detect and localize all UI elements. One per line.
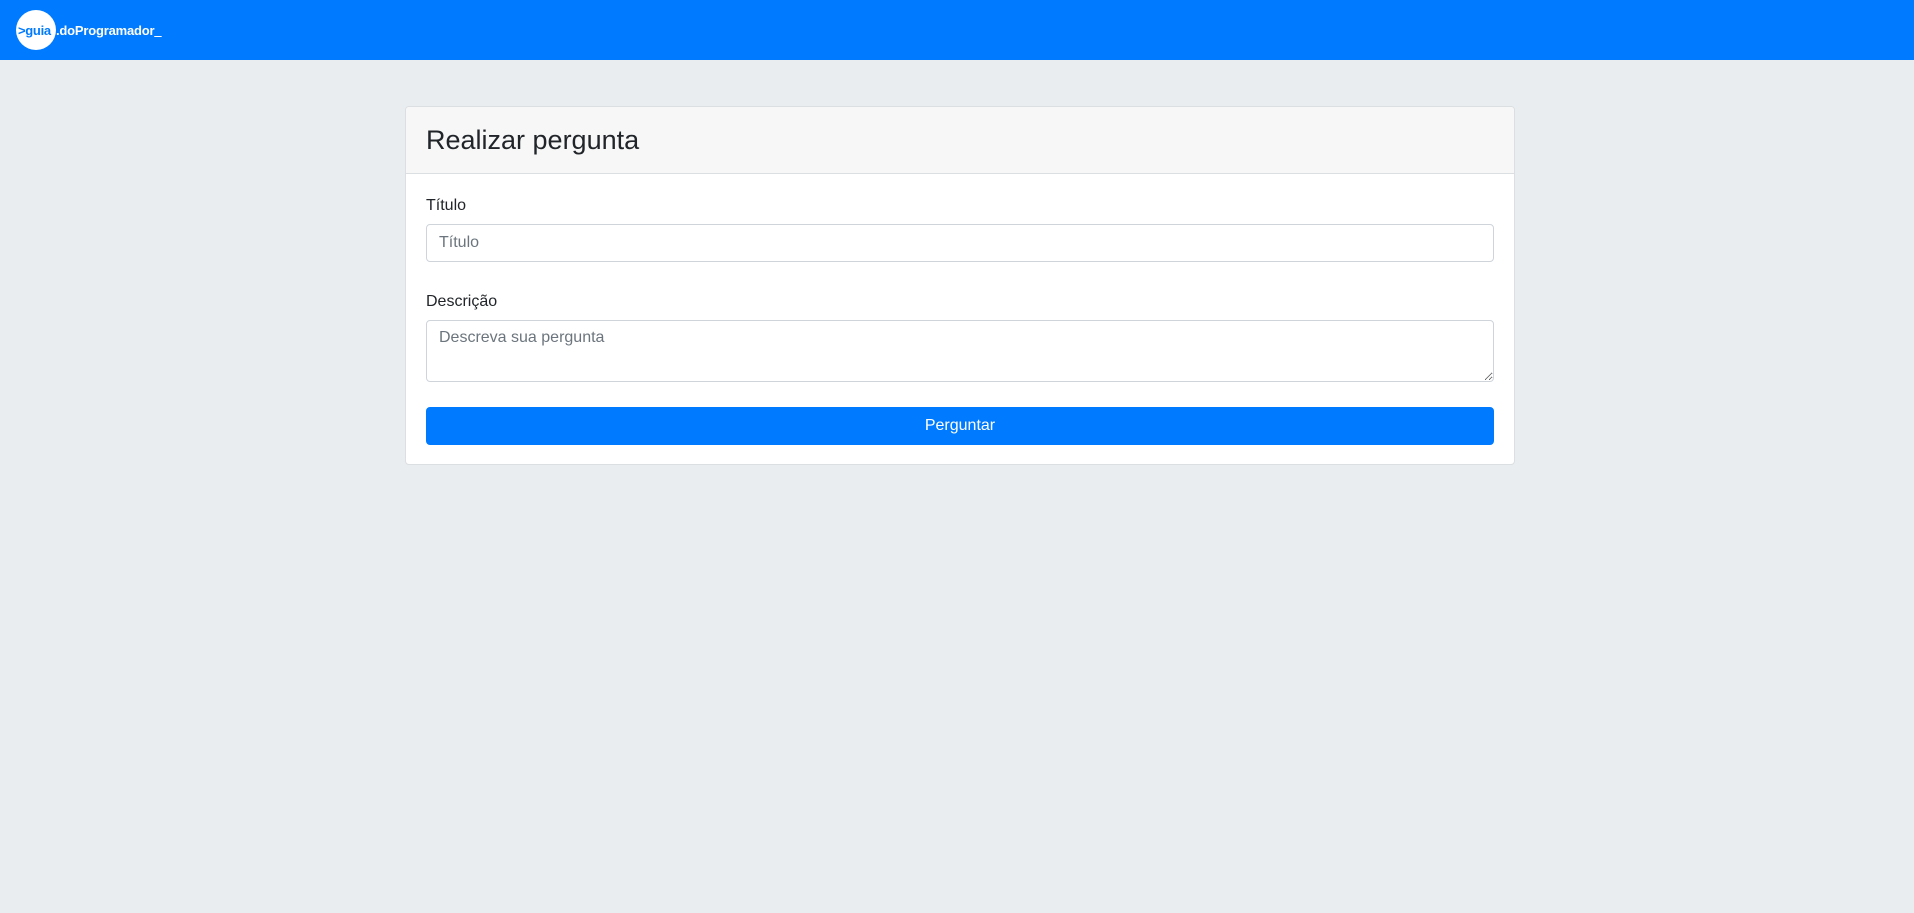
question-form: Título Descrição Perguntar — [406, 174, 1514, 464]
description-label: Descrição — [426, 293, 498, 310]
site-logo-link[interactable]: >guia .doProgramador _ — [16, 10, 162, 50]
title-input[interactable] — [426, 224, 1494, 262]
logo-cursor: _ — [154, 22, 162, 38]
top-navbar: >guia .doProgramador _ — [0, 0, 1914, 60]
logo-badge: >guia — [16, 10, 56, 50]
card-header: Realizar pergunta — [406, 107, 1514, 174]
logo-text: .doProgramador — [56, 22, 155, 38]
title-label: Título — [426, 197, 467, 214]
description-textarea[interactable] — [426, 320, 1494, 382]
page-title: Realizar pergunta — [426, 124, 640, 155]
submit-question-button[interactable]: Perguntar — [426, 407, 1494, 445]
ask-question-card: Realizar pergunta Título Descrição Pergu… — [405, 106, 1515, 465]
